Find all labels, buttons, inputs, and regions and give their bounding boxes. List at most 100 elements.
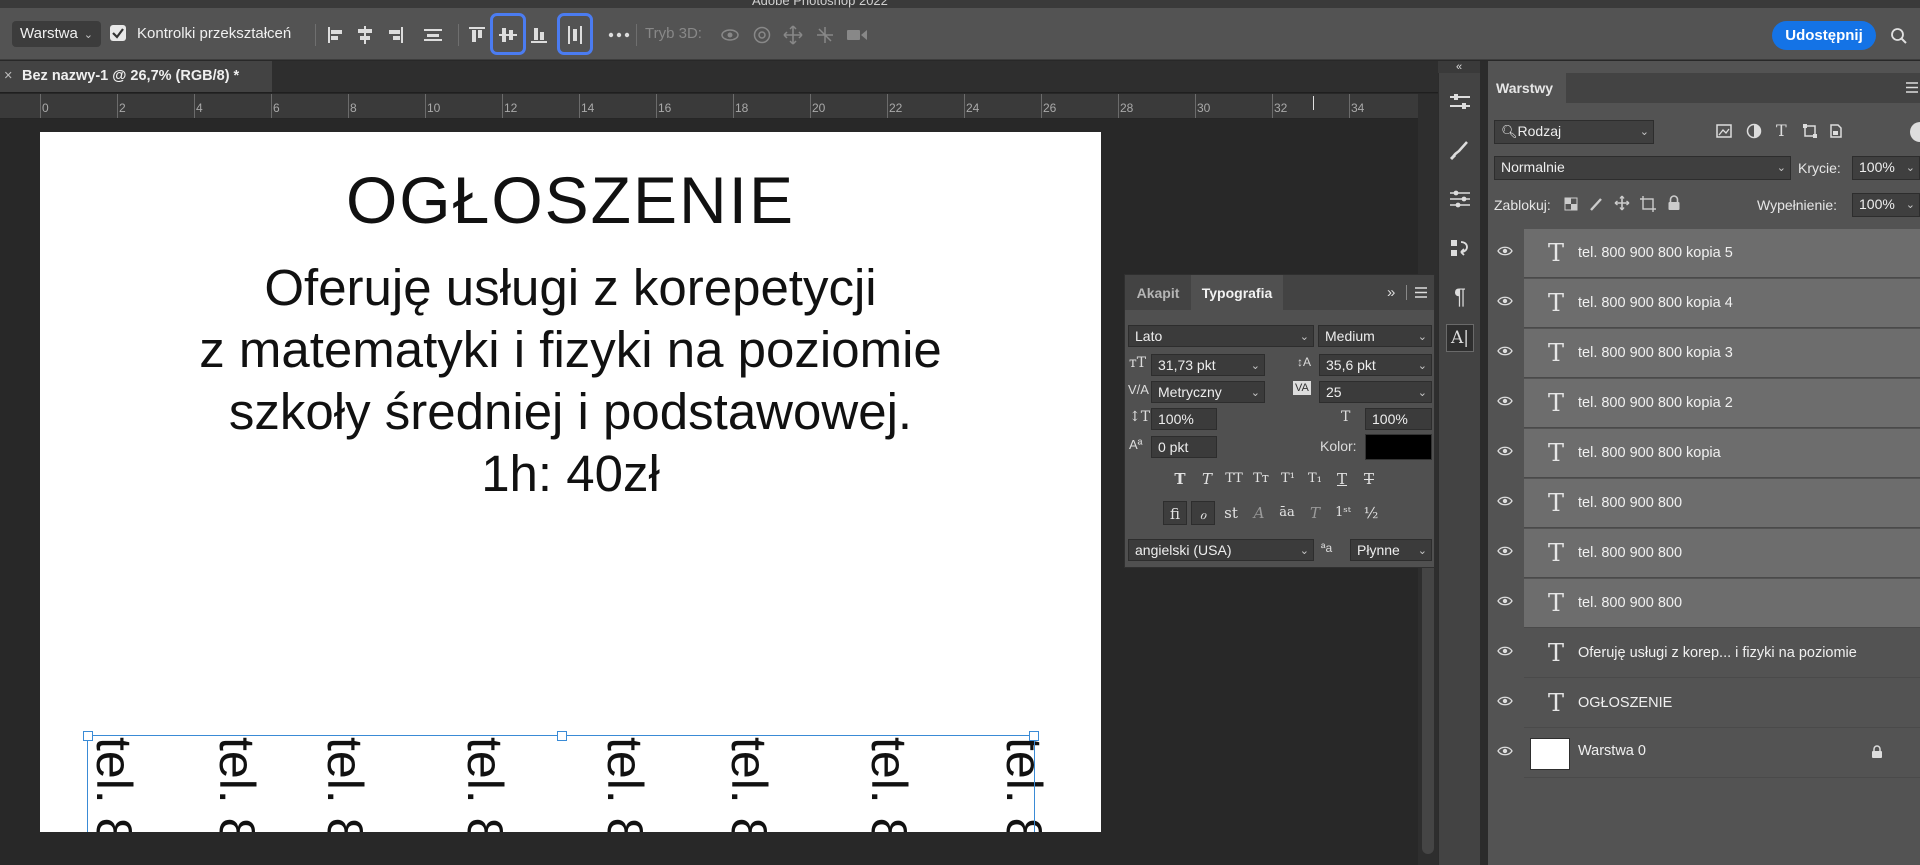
subscript-icon[interactable]: T₁ — [1303, 467, 1327, 491]
distribute-spacing-icon[interactable] — [422, 24, 444, 46]
panel-menu-icon[interactable] — [1415, 287, 1427, 298]
align-right-edges-icon[interactable] — [384, 24, 406, 46]
paragraph-panel-icon[interactable]: ¶ — [1447, 284, 1473, 310]
visibility-eye-icon[interactable] — [1497, 645, 1513, 657]
transform-handle[interactable] — [83, 731, 93, 741]
language-select[interactable]: angielski (USA) ⌄ — [1128, 539, 1314, 561]
layer-row[interactable]: Warstwa 0 — [1488, 729, 1920, 778]
document-canvas[interactable]: OGŁOSZENIE Oferuję usługi z korepetycji … — [40, 132, 1101, 832]
leading-field[interactable]: 35,6 pkt ⌄ — [1319, 354, 1432, 376]
layer-row[interactable]: Ttel. 800 900 800 — [1488, 579, 1920, 628]
tracking-field[interactable]: 25 ⌄ — [1319, 381, 1432, 403]
superscript-icon[interactable]: T¹ — [1276, 467, 1300, 491]
properties-panel-icon[interactable] — [1447, 89, 1473, 115]
filter-toggle[interactable] — [1910, 122, 1920, 142]
filter-adjustment-icon[interactable] — [1746, 123, 1762, 139]
layer-row[interactable]: T OGŁOSZENIE — [1488, 679, 1920, 728]
fill-field[interactable]: 100% ⌄ — [1852, 193, 1920, 217]
fractions-icon[interactable]: ½ — [1359, 501, 1383, 525]
align-bottom-edges-icon[interactable] — [528, 24, 550, 46]
faux-italic-icon[interactable]: T — [1195, 467, 1219, 491]
lock-artboard-icon[interactable] — [1640, 196, 1656, 212]
tab-layers[interactable]: Warstwy — [1488, 73, 1566, 103]
more-options-icon[interactable] — [608, 24, 630, 46]
underline-icon[interactable]: T — [1330, 467, 1354, 491]
collapse-strip-icon[interactable]: « — [1438, 61, 1480, 73]
layer-row[interactable]: Ttel. 800 900 800 — [1488, 479, 1920, 528]
filter-pixel-icon[interactable] — [1716, 123, 1732, 139]
adjustments-panel-icon[interactable] — [1447, 186, 1473, 212]
filter-smart-object-icon[interactable] — [1828, 123, 1844, 139]
panel-divider[interactable] — [1480, 61, 1488, 865]
scrollbar-thumb[interactable] — [1422, 554, 1434, 854]
visibility-eye-icon[interactable] — [1497, 445, 1513, 457]
close-tab-icon[interactable]: × — [4, 68, 12, 84]
antialias-select[interactable]: Płynne ⌄ — [1350, 539, 1432, 561]
swash-icon[interactable]: A — [1247, 501, 1271, 525]
layer-row[interactable]: Ttel. 800 900 800 kopia 2 — [1488, 379, 1920, 428]
visibility-eye-icon[interactable] — [1497, 495, 1513, 507]
distribute-horizontal-centers-icon[interactable] — [564, 24, 586, 46]
transform-controls-checkbox[interactable] — [110, 25, 126, 41]
panel-menu-icon[interactable] — [1906, 82, 1918, 93]
transform-handle[interactable] — [1029, 731, 1039, 741]
baseline-shift-field[interactable]: 0 pkt — [1151, 436, 1217, 458]
stylistic-alternates-icon[interactable]: āa — [1275, 501, 1299, 525]
contextual-alternates-icon[interactable]: ℴ — [1191, 501, 1215, 525]
lock-all-icon[interactable] — [1667, 195, 1681, 211]
tab-typography[interactable]: Typografia — [1191, 275, 1283, 310]
visibility-eye-icon[interactable] — [1497, 395, 1513, 407]
layer-row[interactable]: Ttel. 800 900 800 kopia — [1488, 429, 1920, 478]
brush-panel-icon[interactable] — [1447, 137, 1473, 163]
align-top-edges-icon[interactable] — [466, 24, 488, 46]
visibility-eye-icon[interactable] — [1497, 745, 1513, 757]
transform-bounding-box[interactable] — [83, 731, 1039, 832]
lock-transparent-icon[interactable] — [1564, 197, 1578, 211]
filter-shape-icon[interactable] — [1802, 123, 1818, 139]
share-button[interactable]: Udostępnij — [1772, 21, 1876, 50]
document-tab[interactable]: × Bez nazwy-1 @ 26,7% (RGB/8) * — [0, 61, 272, 92]
kerning-select[interactable]: Metryczny ⌄ — [1151, 381, 1265, 403]
visibility-eye-icon[interactable] — [1497, 245, 1513, 257]
filter-type-icon[interactable]: T — [1776, 121, 1787, 140]
layer-row[interactable]: Ttel. 800 900 800 kopia 5 — [1488, 229, 1920, 278]
blend-mode-select[interactable]: Normalnie ⌄ — [1494, 156, 1791, 180]
layer-row[interactable]: Ttel. 800 900 800 — [1488, 529, 1920, 578]
faux-bold-icon[interactable]: T — [1168, 467, 1192, 491]
filter-kind-select[interactable]: 🔍︎Rodzaj ⌄ — [1494, 120, 1654, 144]
layer-row[interactable]: T Oferuję usługi z korep... i fizyki na p… — [1488, 629, 1920, 678]
font-size-field[interactable]: 31,73 pkt ⌄ — [1151, 354, 1265, 376]
history-panel-icon[interactable] — [1447, 236, 1473, 262]
lock-position-icon[interactable] — [1614, 195, 1630, 211]
auto-select-dropdown[interactable]: Warstwa ⌄ — [12, 21, 101, 47]
opacity-field[interactable]: 100% ⌄ — [1852, 156, 1920, 180]
character-panel-icon[interactable]: A| — [1446, 324, 1474, 352]
layer-row[interactable]: Ttel. 800 900 800 kopia 4 — [1488, 279, 1920, 328]
font-style-select[interactable]: Medium ⌄ — [1318, 325, 1432, 347]
collapse-panel-icon[interactable]: » — [1387, 284, 1395, 301]
titling-alternates-icon[interactable]: T — [1303, 501, 1327, 525]
tab-paragraph[interactable]: Akapit — [1125, 275, 1191, 310]
search-icon[interactable] — [1888, 25, 1910, 47]
align-vertical-centers-icon[interactable] — [497, 24, 519, 46]
small-caps-icon[interactable]: Tт — [1249, 467, 1273, 491]
horizontal-scale-field[interactable]: 100% — [1365, 408, 1432, 430]
vertical-scale-field[interactable]: 100% — [1151, 408, 1217, 430]
discretionary-ligatures-icon[interactable]: st — [1219, 501, 1243, 525]
align-left-edges-icon[interactable] — [325, 24, 347, 46]
font-family-select[interactable]: Lato ⌄ — [1128, 325, 1314, 347]
visibility-eye-icon[interactable] — [1497, 295, 1513, 307]
visibility-eye-icon[interactable] — [1497, 545, 1513, 557]
text-color-swatch[interactable] — [1365, 434, 1432, 460]
layer-row[interactable]: Ttel. 800 900 800 kopia 3 — [1488, 329, 1920, 378]
visibility-eye-icon[interactable] — [1497, 595, 1513, 607]
ligatures-icon[interactable]: fi — [1163, 501, 1187, 525]
lock-pixels-icon[interactable] — [1589, 196, 1605, 212]
strikethrough-icon[interactable]: T — [1357, 467, 1381, 491]
all-caps-icon[interactable]: TT — [1222, 467, 1246, 491]
ordinals-icon[interactable]: 1ˢᵗ — [1331, 501, 1355, 525]
visibility-eye-icon[interactable] — [1497, 695, 1513, 707]
align-horizontal-centers-icon[interactable] — [354, 24, 376, 46]
transform-handle[interactable] — [557, 731, 567, 741]
visibility-eye-icon[interactable] — [1497, 345, 1513, 357]
